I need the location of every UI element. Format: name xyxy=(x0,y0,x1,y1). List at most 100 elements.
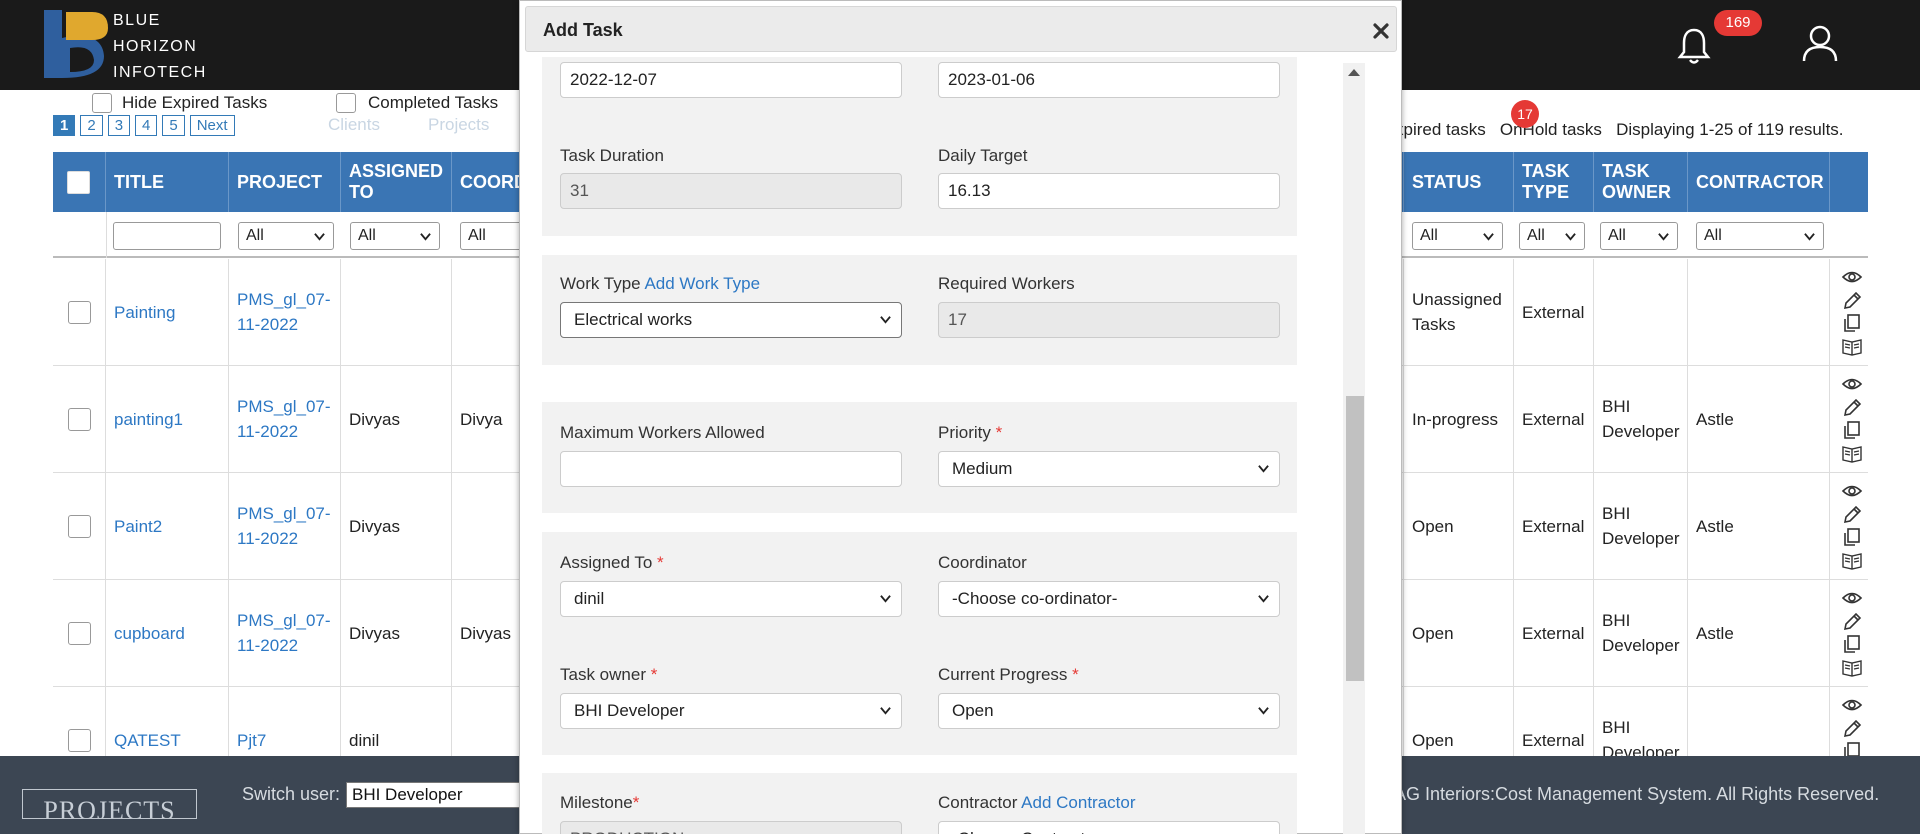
row-task-type: External xyxy=(1514,366,1594,472)
col-task-owner[interactable]: TASK OWNER xyxy=(1594,152,1688,212)
page-next[interactable]: Next xyxy=(189,115,235,136)
modal-body: 2022-12-07 2023-01-06 Task Duration Dail… xyxy=(520,57,1380,834)
footer-copyright: AG Interiors:Cost Management System. All… xyxy=(1394,784,1880,804)
row-title-link[interactable]: painting1 xyxy=(106,366,229,472)
task-owner-label: Task owner * xyxy=(560,665,658,684)
completed-checkbox[interactable] xyxy=(336,93,356,113)
col-task-type[interactable]: TASK TYPE xyxy=(1514,152,1594,212)
row-status: Unassigned Tasks xyxy=(1403,259,1514,365)
user-profile-icon[interactable] xyxy=(1801,24,1839,62)
task-type-filter-select[interactable]: All xyxy=(1519,222,1585,250)
assignment-section: Assigned To * Coordinator dinil -Choose … xyxy=(542,532,1297,755)
nav-projects-ghost: Projects xyxy=(428,115,490,134)
coordinator-select[interactable]: -Choose co-ordinator- xyxy=(938,581,1280,617)
col-project[interactable]: PROJECT xyxy=(229,152,341,212)
results-summary: Displaying 1-25 of 119 results. xyxy=(1616,120,1844,139)
edit-pencil-icon[interactable] xyxy=(1841,397,1863,417)
row-assigned-to: Divyas xyxy=(341,366,452,472)
row-status: Open xyxy=(1403,580,1514,686)
row-contractor: Astle xyxy=(1688,473,1830,579)
edit-pencil-icon[interactable] xyxy=(1841,290,1863,310)
project-filter-select[interactable]: All xyxy=(238,222,334,250)
row-project-link[interactable]: PMS_gl_07- 11-2022 xyxy=(229,259,341,365)
daily-target-input[interactable]: 16.13 xyxy=(938,173,1280,209)
row-checkbox[interactable] xyxy=(68,407,91,431)
hide-expired-filter[interactable]: Hide Expired Tasks xyxy=(92,92,267,114)
onhold-count-badge: 17 xyxy=(1511,100,1539,128)
footer-projects-logo: PROJECTS xyxy=(22,789,197,819)
book-icon[interactable] xyxy=(1841,443,1863,463)
row-checkbox[interactable] xyxy=(68,728,91,752)
col-contractor[interactable]: CONTRACTOR xyxy=(1688,152,1830,212)
modal-title: Add Task xyxy=(543,20,623,40)
expired-tasks-link[interactable]: xpired tasks xyxy=(1395,120,1486,139)
book-icon[interactable] xyxy=(1841,657,1863,677)
book-icon[interactable] xyxy=(1841,336,1863,356)
copy-icon[interactable] xyxy=(1841,420,1863,440)
page-3[interactable]: 3 xyxy=(107,115,131,136)
switch-user-select[interactable]: BHI Developer xyxy=(346,782,531,808)
copy-icon[interactable] xyxy=(1841,313,1863,333)
max-workers-input[interactable] xyxy=(560,451,902,487)
view-icon[interactable] xyxy=(1841,267,1863,287)
contractor-select[interactable]: -Choose Contractor- xyxy=(938,821,1280,834)
page-2[interactable]: 2 xyxy=(80,115,103,136)
close-icon[interactable] xyxy=(1372,22,1390,40)
edit-pencil-icon[interactable] xyxy=(1841,718,1863,738)
row-checkbox[interactable] xyxy=(68,514,91,538)
edit-pencil-icon[interactable] xyxy=(1841,504,1863,524)
dates-section: 2022-12-07 2023-01-06 Task Duration Dail… xyxy=(542,57,1297,236)
copy-icon[interactable] xyxy=(1841,527,1863,547)
add-work-type-link[interactable]: Add Work Type xyxy=(644,274,760,293)
page-5[interactable]: 5 xyxy=(162,115,185,136)
row-checkbox[interactable] xyxy=(68,300,91,324)
modal-scrollbar-thumb[interactable] xyxy=(1346,396,1364,681)
view-icon[interactable] xyxy=(1841,695,1863,715)
col-title[interactable]: TITLE xyxy=(106,152,229,212)
completed-filter[interactable]: Completed Tasks xyxy=(336,92,498,114)
priority-select[interactable]: Medium xyxy=(938,451,1280,487)
row-title-link[interactable]: Paint2 xyxy=(106,473,229,579)
scroll-up-arrow[interactable] xyxy=(1348,69,1360,76)
row-project-link[interactable]: PMS_gl_07- 11-2022 xyxy=(229,473,341,579)
page-4[interactable]: 4 xyxy=(135,115,158,136)
task-owner-filter-select[interactable]: All xyxy=(1600,222,1678,250)
view-icon[interactable] xyxy=(1841,374,1863,394)
add-contractor-link[interactable]: Add Contractor xyxy=(1021,793,1135,812)
task-owner-select[interactable]: BHI Developer xyxy=(560,693,902,729)
row-title-link[interactable]: cupboard xyxy=(106,580,229,686)
col-status[interactable]: STATUS xyxy=(1403,152,1514,212)
contractor-filter-select[interactable]: All xyxy=(1696,222,1824,250)
copy-icon[interactable] xyxy=(1841,634,1863,654)
milestone-input: PRODUCTION xyxy=(560,821,902,834)
workers-priority-section: Maximum Workers Allowed Priority * Mediu… xyxy=(542,402,1297,513)
title-filter-input[interactable] xyxy=(113,222,221,250)
task-links: xpired tasks OnHold tasks Displaying 1-2… xyxy=(1395,120,1844,140)
current-progress-select[interactable]: Open xyxy=(938,693,1280,729)
select-all-checkbox[interactable] xyxy=(67,170,90,194)
row-project-link[interactable]: PMS_gl_07- 11-2022 xyxy=(229,366,341,472)
view-icon[interactable] xyxy=(1841,588,1863,608)
row-checkbox[interactable] xyxy=(68,621,91,645)
page-1[interactable]: 1 xyxy=(53,115,76,136)
edit-pencil-icon[interactable] xyxy=(1841,611,1863,631)
view-icon[interactable] xyxy=(1841,481,1863,501)
row-task-owner: BHI Developer xyxy=(1594,366,1688,472)
work-type-select[interactable]: Electrical works xyxy=(560,302,902,338)
bell-icon[interactable] xyxy=(1677,26,1711,66)
assigned-to-select[interactable]: dinil xyxy=(560,581,902,617)
hide-expired-checkbox[interactable] xyxy=(92,93,112,113)
row-assigned-to: Divyas xyxy=(341,473,452,579)
row-title-link[interactable]: Painting xyxy=(106,259,229,365)
row-project-link[interactable]: PMS_gl_07- 11-2022 xyxy=(229,580,341,686)
end-date-input[interactable]: 2023-01-06 xyxy=(938,62,1280,98)
work-type-label: Work Type Add Work Type xyxy=(560,274,761,293)
switch-user-label: Switch user: xyxy=(242,784,341,804)
row-actions xyxy=(1841,267,1867,359)
col-assigned-to[interactable]: ASSIGNED TO xyxy=(341,152,452,212)
row-task-owner: BHI Developer xyxy=(1594,580,1688,686)
status-filter-select[interactable]: All xyxy=(1412,222,1503,250)
start-date-input[interactable]: 2022-12-07 xyxy=(560,62,902,98)
book-icon[interactable] xyxy=(1841,550,1863,570)
assigned-filter-select[interactable]: All xyxy=(350,222,440,250)
